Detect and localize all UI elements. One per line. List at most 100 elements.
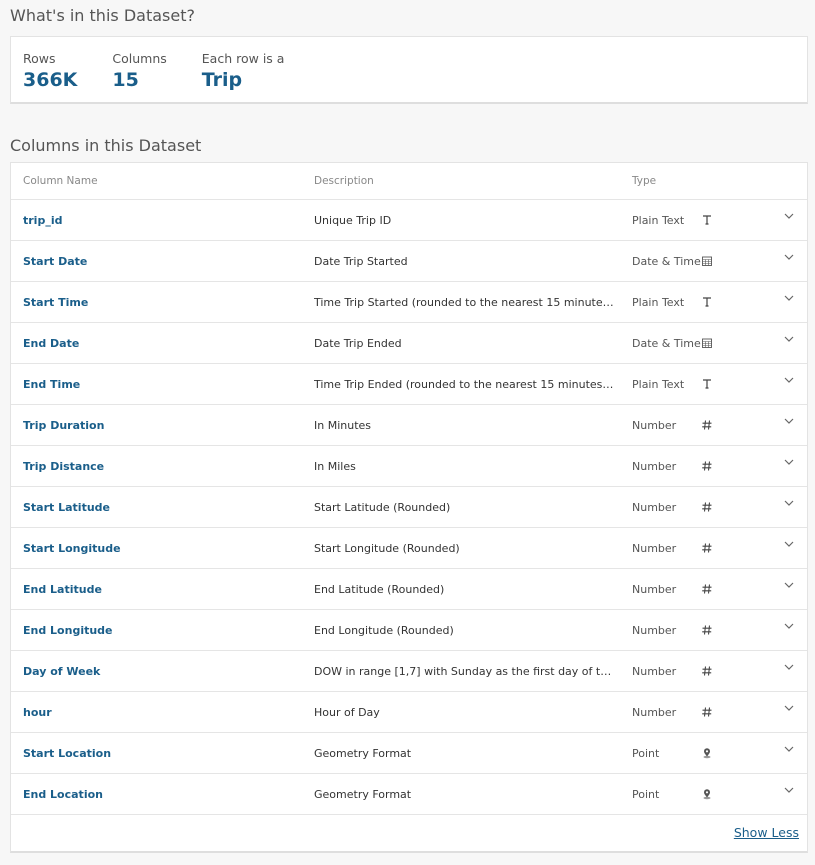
column-name-link[interactable]: End Time xyxy=(23,378,80,391)
column-name-link[interactable]: Start Location xyxy=(23,747,111,760)
column-name-link[interactable]: End Longitude xyxy=(23,624,113,637)
text-icon xyxy=(701,378,713,390)
column-type: Date & Time xyxy=(632,336,701,350)
text-icon xyxy=(701,214,713,226)
chevron-down-icon[interactable] xyxy=(783,415,795,427)
table-row[interactable]: End Longitude End Longitude (Rounded) Nu… xyxy=(11,610,807,651)
column-type: Number xyxy=(632,459,677,473)
chevron-down-icon[interactable] xyxy=(783,743,795,755)
column-description: In Miles xyxy=(314,459,356,473)
columns-section-title: Columns in this Dataset xyxy=(10,136,202,155)
column-type: Number xyxy=(632,664,677,678)
table-row[interactable]: Trip Duration In Minutes Number xyxy=(11,405,807,446)
chevron-down-icon[interactable] xyxy=(783,702,795,714)
column-name-link[interactable]: Start Time xyxy=(23,296,88,309)
table-header-row: Column Name Description Type xyxy=(11,163,807,200)
hash-icon xyxy=(701,706,713,718)
column-name-link[interactable]: Day of Week xyxy=(23,665,100,678)
hash-icon xyxy=(701,542,713,554)
column-type: Date & Time xyxy=(632,254,701,268)
chevron-down-icon[interactable] xyxy=(783,333,795,345)
stat-label: Each row is a xyxy=(201,51,285,66)
column-description: End Latitude (Rounded) xyxy=(314,582,445,596)
column-name-link[interactable]: Trip Duration xyxy=(23,419,104,432)
calendar-icon xyxy=(701,255,713,267)
column-description: Unique Trip ID xyxy=(314,213,392,227)
hash-icon xyxy=(701,501,713,513)
column-description: Geometry Format xyxy=(314,746,412,760)
table-row[interactable]: Start Longitude Start Longitude (Rounded… xyxy=(11,528,807,569)
chevron-down-icon[interactable] xyxy=(783,456,795,468)
hash-icon xyxy=(701,583,713,595)
chevron-down-icon[interactable] xyxy=(783,497,795,509)
column-name-link[interactable]: hour xyxy=(23,706,52,719)
table-row[interactable]: End Time Time Trip Ended (rounded to the… xyxy=(11,364,807,405)
stat-value: 15 xyxy=(112,69,139,91)
table-row[interactable]: Start Time Time Trip Started (rounded to… xyxy=(11,282,807,323)
table-row[interactable]: End Date Date Trip Ended Date & Time xyxy=(11,323,807,364)
chevron-down-icon[interactable] xyxy=(783,538,795,550)
column-type: Point xyxy=(632,746,660,760)
table-row[interactable]: End Location Geometry Format Point xyxy=(11,774,807,815)
chevron-down-icon[interactable] xyxy=(783,251,795,263)
column-name-link[interactable]: End Date xyxy=(23,337,79,350)
chevron-down-icon[interactable] xyxy=(783,661,795,673)
column-name-link[interactable]: Trip Distance xyxy=(23,460,104,473)
chevron-down-icon[interactable] xyxy=(783,292,795,304)
column-description: Time Trip Started (rounded to the neares… xyxy=(314,295,614,309)
summary-title: What's in this Dataset? xyxy=(10,6,195,25)
calendar-icon xyxy=(701,337,713,349)
column-type: Number xyxy=(632,541,677,555)
header-type: Type xyxy=(632,175,657,187)
chevron-down-icon[interactable] xyxy=(783,374,795,386)
table-row[interactable]: trip_id Unique Trip ID Plain Text xyxy=(11,200,807,241)
stat-columns: Columns 15 xyxy=(112,51,167,91)
header-column-name: Column Name xyxy=(23,175,98,187)
header-description: Description xyxy=(314,175,374,187)
hash-icon xyxy=(701,624,713,636)
column-name-link[interactable]: Start Date xyxy=(23,255,87,268)
column-type: Number xyxy=(632,623,677,637)
table-row[interactable]: Start Latitude Start Latitude (Rounded) … xyxy=(11,487,807,528)
column-type: Number xyxy=(632,582,677,596)
map-pin-icon xyxy=(701,747,713,759)
column-name-link[interactable]: Start Longitude xyxy=(23,542,121,555)
column-name-link[interactable]: Start Latitude xyxy=(23,501,110,514)
stat-label: Columns xyxy=(112,51,167,66)
chevron-down-icon[interactable] xyxy=(783,579,795,591)
stat-row-entity: Each row is a Trip xyxy=(201,51,285,91)
column-description: Date Trip Ended xyxy=(314,336,402,350)
hash-icon xyxy=(701,419,713,431)
column-description: Hour of Day xyxy=(314,705,380,719)
text-icon xyxy=(701,296,713,308)
chevron-down-icon[interactable] xyxy=(783,784,795,796)
chevron-down-icon[interactable] xyxy=(783,620,795,632)
table-row[interactable]: Day of Week DOW in range [1,7] with Sund… xyxy=(11,651,807,692)
dataset-summary-card: Rows 366K Columns 15 Each row is a Trip xyxy=(10,36,808,104)
map-pin-icon xyxy=(701,788,713,800)
table-row[interactable]: Start Location Geometry Format Point xyxy=(11,733,807,774)
column-type: Point xyxy=(632,787,660,801)
stat-label: Rows xyxy=(23,51,56,66)
table-row[interactable]: hour Hour of Day Number xyxy=(11,692,807,733)
stat-rows: Rows 366K xyxy=(23,51,77,91)
column-description: In Minutes xyxy=(314,418,372,432)
chevron-down-icon[interactable] xyxy=(783,210,795,222)
column-type: Number xyxy=(632,418,677,432)
hash-icon xyxy=(701,460,713,472)
stat-value: Trip xyxy=(201,69,243,91)
page: What's in this Dataset? Rows 366K Column… xyxy=(0,0,815,853)
stat-value: 366K xyxy=(23,69,78,91)
column-name-link[interactable]: End Latitude xyxy=(23,583,102,596)
table-row[interactable]: Trip Distance In Miles Number xyxy=(11,446,807,487)
column-description: Start Longitude (Rounded) xyxy=(314,541,460,555)
show-less-link[interactable]: Show Less xyxy=(734,825,799,840)
column-description: Geometry Format xyxy=(314,787,412,801)
column-description: Start Latitude (Rounded) xyxy=(314,500,451,514)
table-row[interactable]: Start Date Date Trip Started Date & Time xyxy=(11,241,807,282)
columns-table: Column Name Description Type trip_id Uni… xyxy=(10,162,808,853)
table-row[interactable]: End Latitude End Latitude (Rounded) Numb… xyxy=(11,569,807,610)
table-footer: Show Less xyxy=(11,815,807,851)
column-name-link[interactable]: trip_id xyxy=(23,214,62,227)
column-name-link[interactable]: End Location xyxy=(23,788,103,801)
